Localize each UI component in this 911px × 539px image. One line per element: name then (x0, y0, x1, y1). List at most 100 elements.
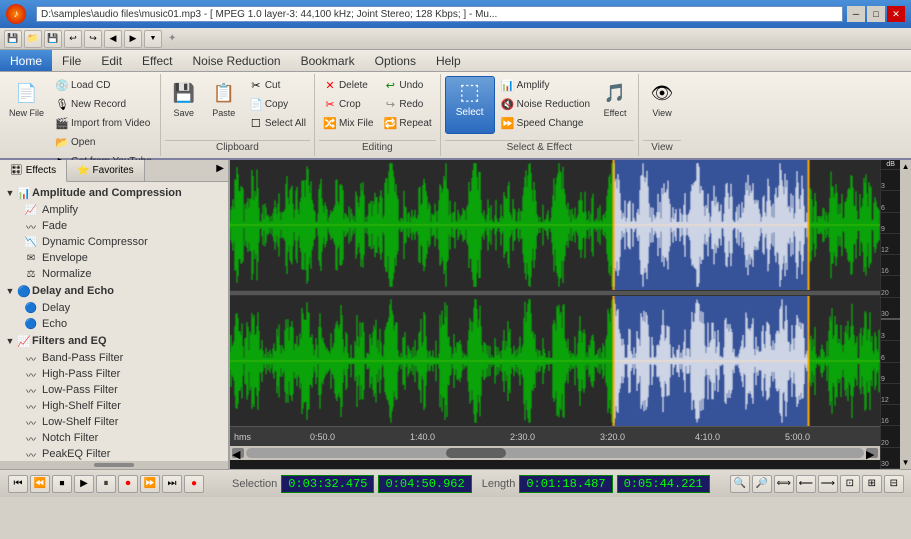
new-file-icon: 📄 (13, 79, 41, 107)
repeat-button[interactable]: 🔁 Repeat (379, 114, 435, 132)
app-icon: ♪ (6, 4, 26, 24)
qa-something[interactable]: ◀ (104, 30, 122, 48)
zoom-left[interactable]: ⟵ (796, 475, 816, 493)
noise-reduction-button[interactable]: 🔇 Noise Reduction (497, 95, 594, 113)
open-button[interactable]: 📂 Open (51, 133, 156, 151)
import-video-button[interactable]: 🎬 Import from Video (51, 114, 156, 132)
amplify-ribbon-button[interactable]: 📊 Amplify (497, 76, 594, 94)
waveform-bottom-canvas[interactable] (230, 296, 880, 426)
zoom-right[interactable]: ⟶ (818, 475, 838, 493)
group-amplitude[interactable]: ▼ 📊 Amplitude and Compression (0, 184, 228, 202)
transport-record-loop[interactable]: ⏺ (118, 475, 138, 493)
menu-help[interactable]: Help (426, 50, 471, 71)
qa-save2[interactable]: 💾 (44, 30, 62, 48)
effect-button[interactable]: 🎵 Effect (596, 76, 634, 134)
horizontal-scrollbar[interactable]: ◀ ▶ (230, 446, 880, 460)
vscroll-down-btn[interactable]: ▼ (902, 458, 910, 467)
transport-stop[interactable]: ⏹ (52, 475, 72, 493)
menu-edit[interactable]: Edit (91, 50, 132, 71)
effect-echo[interactable]: 🔵 Echo (0, 316, 228, 332)
scroll-right-btn[interactable]: ▶ (866, 448, 878, 458)
transport-end[interactable]: ⏭ (162, 475, 182, 493)
panel-nav-button[interactable]: ▶ (212, 160, 228, 181)
maximize-button[interactable]: □ (867, 6, 885, 22)
speed-change-button[interactable]: ⏩ Speed Change (497, 114, 594, 132)
qa-forward[interactable]: ▶ (124, 30, 142, 48)
transport-begin[interactable]: ⏮ (8, 475, 28, 493)
delay-echo-label: Delay and Echo (32, 285, 114, 297)
ribbon-group-file: 📄 New File 💿 Load CD 🎙 New Record 🎬 Impo… (0, 74, 161, 156)
effect-fade[interactable]: 〰 Fade (0, 218, 228, 234)
effect-lowshelf[interactable]: 〰 Low-Shelf Filter (0, 414, 228, 430)
zoom-in[interactable]: 🔍 (730, 475, 750, 493)
redo-button[interactable]: ↪ Redo (379, 95, 435, 113)
effect-amplify[interactable]: 📈 Amplify (0, 202, 228, 218)
qa-dropdown[interactable]: ▼ (144, 30, 162, 48)
menu-noise-reduction[interactable]: Noise Reduction (183, 50, 291, 71)
qa-redo[interactable]: ↪ (84, 30, 102, 48)
effect-lowpass[interactable]: 〰 Low-Pass Filter (0, 382, 228, 398)
select-effect-content: ⬚ Select 📊 Amplify 🔇 Noise Reduction ⏩ S… (445, 76, 634, 140)
minimize-button[interactable]: ─ (847, 6, 865, 22)
envelope-label: Envelope (42, 252, 88, 264)
copy-button[interactable]: 📄 Copy (245, 95, 310, 113)
vscroll-up-btn[interactable]: ▲ (902, 162, 910, 171)
effect-delay[interactable]: 🔵 Delay (0, 300, 228, 316)
repeat-icon: 🔁 (383, 116, 397, 130)
new-file-button[interactable]: 📄 New File (4, 76, 49, 134)
load-cd-button[interactable]: 💿 Load CD (51, 76, 156, 94)
ribbon: 📄 New File 💿 Load CD 🎙 New Record 🎬 Impo… (0, 72, 911, 160)
effect-peakeq[interactable]: 〰 PeakEQ Filter (0, 446, 228, 461)
transport-play[interactable]: ▶ (74, 475, 94, 493)
select-button[interactable]: ⬚ Select (445, 76, 495, 134)
new-record-button[interactable]: 🎙 New Record (51, 95, 156, 113)
delete-button[interactable]: ✕ Delete (319, 76, 377, 94)
effect-dynamic-compressor[interactable]: 📉 Dynamic Compressor (0, 234, 228, 250)
transport-record2[interactable]: ● (184, 475, 204, 493)
zoom-select[interactable]: ⊡ (840, 475, 860, 493)
menu-bookmark[interactable]: Bookmark (291, 50, 365, 71)
effect-highshelf[interactable]: 〰 High-Shelf Filter (0, 398, 228, 414)
save-button[interactable]: 💾 Save (165, 76, 203, 134)
scroll-thumb[interactable] (446, 448, 506, 458)
db-20-top: 20 (881, 276, 900, 297)
menu-file[interactable]: File (52, 50, 91, 71)
scroll-left-btn[interactable]: ◀ (232, 448, 244, 458)
effect-normalize[interactable]: ⚖ Normalize (0, 266, 228, 282)
crop-button[interactable]: ✂ Crop (319, 95, 377, 113)
zoom-extra2[interactable]: ⊟ (884, 475, 904, 493)
effect-bandpass[interactable]: 〰 Band-Pass Filter (0, 350, 228, 366)
scroll-track[interactable] (246, 448, 864, 458)
tab-effects[interactable]: 🎛 Effects (0, 160, 67, 182)
zoom-fit[interactable]: ⟺ (774, 475, 794, 493)
menu-options[interactable]: Options (365, 50, 426, 71)
qa-save[interactable]: 💾 (4, 30, 22, 48)
cut-button[interactable]: ✂ Cut (245, 76, 310, 94)
group-delay-echo[interactable]: ▼ 🔵 Delay and Echo (0, 282, 228, 300)
close-button[interactable]: ✕ (887, 6, 905, 22)
group-filters-eq[interactable]: ▼ 📈 Filters and EQ (0, 332, 228, 350)
zoom-out[interactable]: 🔎 (752, 475, 772, 493)
tab-favorites[interactable]: ⭐ Favorites (67, 160, 145, 181)
waveform-top-canvas[interactable] (230, 160, 880, 290)
qa-open[interactable]: 📁 (24, 30, 42, 48)
effect-envelope[interactable]: ✉ Envelope (0, 250, 228, 266)
menu-effect[interactable]: Effect (132, 50, 182, 71)
cut-icon: ✂ (249, 78, 263, 92)
tree-scrollbar[interactable] (0, 461, 228, 469)
view-button[interactable]: 👁 View (643, 76, 681, 134)
mix-file-button[interactable]: 🔀 Mix File (319, 114, 377, 132)
transport-prev[interactable]: ⏪ (30, 475, 50, 493)
qa-undo[interactable]: ↩ (64, 30, 82, 48)
transport-next[interactable]: ⏩ (140, 475, 160, 493)
undo-button[interactable]: ↩ Undo (379, 76, 435, 94)
effect-highpass[interactable]: 〰 High-Pass Filter (0, 366, 228, 382)
effect-notch[interactable]: 〰 Notch Filter (0, 430, 228, 446)
menu-home[interactable]: Home (0, 50, 52, 71)
vertical-scrollbar[interactable]: ▲ ▼ (900, 160, 911, 469)
select-all-button[interactable]: ☐ Select All (245, 114, 310, 132)
zoom-extra1[interactable]: ⊞ (862, 475, 882, 493)
db-3-top: 3 (881, 170, 900, 191)
transport-pause[interactable]: ⏸ (96, 475, 116, 493)
paste-button[interactable]: 📋 Paste (205, 76, 243, 134)
